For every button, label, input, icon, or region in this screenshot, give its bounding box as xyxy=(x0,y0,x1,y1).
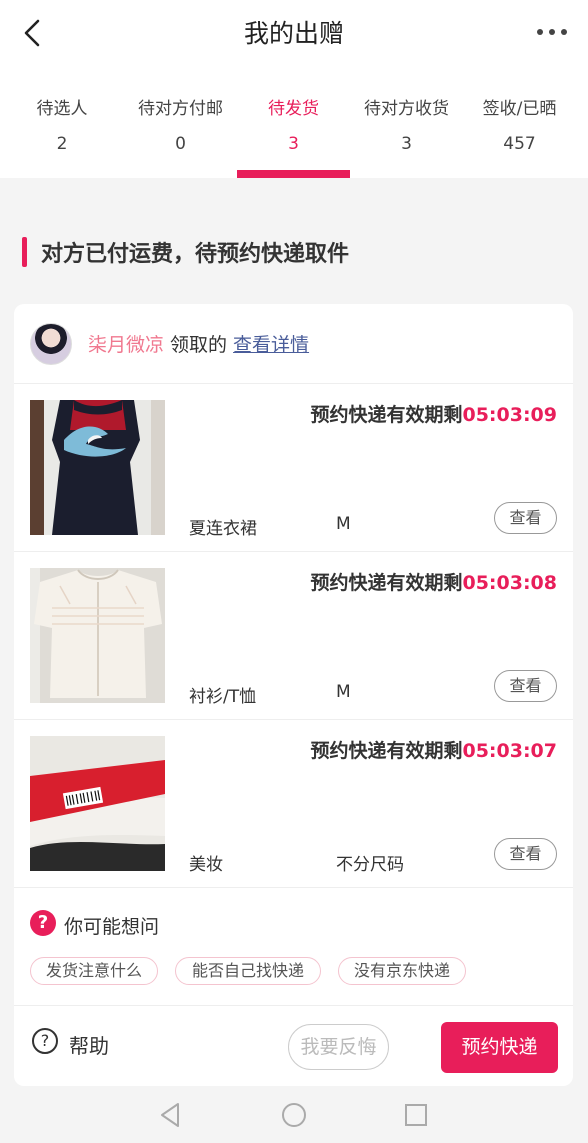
receiver-suffix: 领取的 xyxy=(170,334,228,356)
view-button[interactable]: 查看 xyxy=(494,502,557,534)
receiver-row: 柒月微凉 领取的 查看详情 xyxy=(14,304,573,384)
system-nav-bar xyxy=(0,1086,588,1143)
item-category: 衬衫/T恤 xyxy=(189,687,257,707)
tab-label: 待选人 xyxy=(36,99,88,119)
tab-count: 0 xyxy=(175,134,186,154)
active-tab-indicator xyxy=(237,170,350,178)
nav-back-icon[interactable] xyxy=(158,1102,184,1128)
tab-pending-select[interactable]: 待选人 2 xyxy=(0,92,124,178)
faq-chip-own-courier[interactable]: 能否自己找快递 xyxy=(175,957,321,985)
tab-label: 待对方收货 xyxy=(364,99,449,119)
tab-pending-receive[interactable]: 待对方收货 3 xyxy=(350,92,463,178)
faq-section: ? 你可能想问 发货注意什么 能否自己找快递 没有京东快递 xyxy=(14,888,573,1006)
faq-chip-shipping-notes[interactable]: 发货注意什么 xyxy=(30,957,158,985)
tab-pending-postage[interactable]: 待对方付邮 0 xyxy=(124,92,237,178)
countdown-timer: 05:03:09 xyxy=(462,404,557,426)
item-image-shirt[interactable] xyxy=(30,568,165,703)
item-category: 美妆 xyxy=(189,855,223,875)
pickup-deadline: 预约快递有效期剩05:03:07 xyxy=(310,736,557,763)
tab-label: 签收/已晒 xyxy=(482,99,557,119)
item-size: 不分尺码 xyxy=(336,855,404,875)
deadline-label: 预约快递有效期剩 xyxy=(310,404,463,426)
item-category: 夏连衣裙 xyxy=(189,519,257,539)
gift-card: 柒月微凉 领取的 查看详情 预约快递有效期剩05:03:09 夏连衣裙 M 查看 xyxy=(14,304,573,1086)
list-item[interactable]: 预约快递有效期剩05:03:08 衬衫/T恤 M 查看 xyxy=(14,552,573,720)
faq-title: 你可能想问 xyxy=(64,916,160,938)
top-bar: 我的出赠 待选人 2 待对方付邮 0 待发货 3 待对方收货 3 签收/已晒 4… xyxy=(0,0,588,178)
section-heading: 对方已付运费，待预约快递取件 xyxy=(22,236,349,268)
view-button[interactable]: 查看 xyxy=(494,838,557,870)
tab-count: 457 xyxy=(503,134,536,154)
pickup-deadline: 预约快递有效期剩05:03:08 xyxy=(310,568,557,595)
tab-label: 待对方付邮 xyxy=(138,99,223,119)
section-marker xyxy=(22,237,27,267)
tab-count: 3 xyxy=(401,134,412,154)
tab-received[interactable]: 签收/已晒 457 xyxy=(463,92,576,178)
status-tabs: 待选人 2 待对方付邮 0 待发货 3 待对方收货 3 签收/已晒 457 xyxy=(0,92,588,178)
tab-label: 待发货 xyxy=(268,99,319,119)
nav-recents-icon[interactable] xyxy=(403,1102,429,1128)
item-size: M xyxy=(336,682,351,702)
question-icon: ? xyxy=(30,910,56,936)
view-button[interactable]: 查看 xyxy=(494,670,557,702)
list-item[interactable]: 预约快递有效期剩05:03:09 夏连衣裙 M 查看 xyxy=(14,384,573,552)
tab-count: 3 xyxy=(288,134,299,154)
pickup-deadline: 预约快递有效期剩05:03:09 xyxy=(310,400,557,427)
page-title: 我的出赠 xyxy=(243,19,344,48)
section-title: 对方已付运费，待预约快递取件 xyxy=(41,242,350,267)
tab-pending-ship[interactable]: 待发货 3 xyxy=(237,92,350,178)
help-button[interactable]: 帮助 xyxy=(69,1030,109,1059)
list-item[interactable]: 预约快递有效期剩05:03:07 美妆 不分尺码 查看 xyxy=(14,720,573,888)
receiver-name[interactable]: 柒月微凉 xyxy=(88,330,164,357)
book-courier-button[interactable]: 预约快递 xyxy=(441,1022,558,1073)
nav-home-icon[interactable] xyxy=(281,1102,307,1128)
avatar[interactable] xyxy=(30,322,72,365)
faq-chip-no-jd-express[interactable]: 没有京东快递 xyxy=(338,957,466,985)
countdown-timer: 05:03:08 xyxy=(462,572,557,594)
deadline-label: 预约快递有效期剩 xyxy=(310,572,463,594)
help-icon[interactable]: ? xyxy=(32,1028,58,1054)
tab-count: 2 xyxy=(56,134,68,154)
countdown-timer: 05:03:07 xyxy=(462,740,557,762)
item-image-dress[interactable] xyxy=(30,400,165,535)
view-details-link[interactable]: 查看详情 xyxy=(233,330,309,357)
item-size: M xyxy=(336,514,351,534)
more-options-icon[interactable] xyxy=(536,22,568,42)
item-image-cosmetic[interactable] xyxy=(30,736,165,871)
action-footer: ? 帮助 我要反悔 预约快递 xyxy=(14,1006,573,1086)
deadline-label: 预约快递有效期剩 xyxy=(310,740,463,762)
regret-button[interactable]: 我要反悔 xyxy=(288,1024,389,1070)
